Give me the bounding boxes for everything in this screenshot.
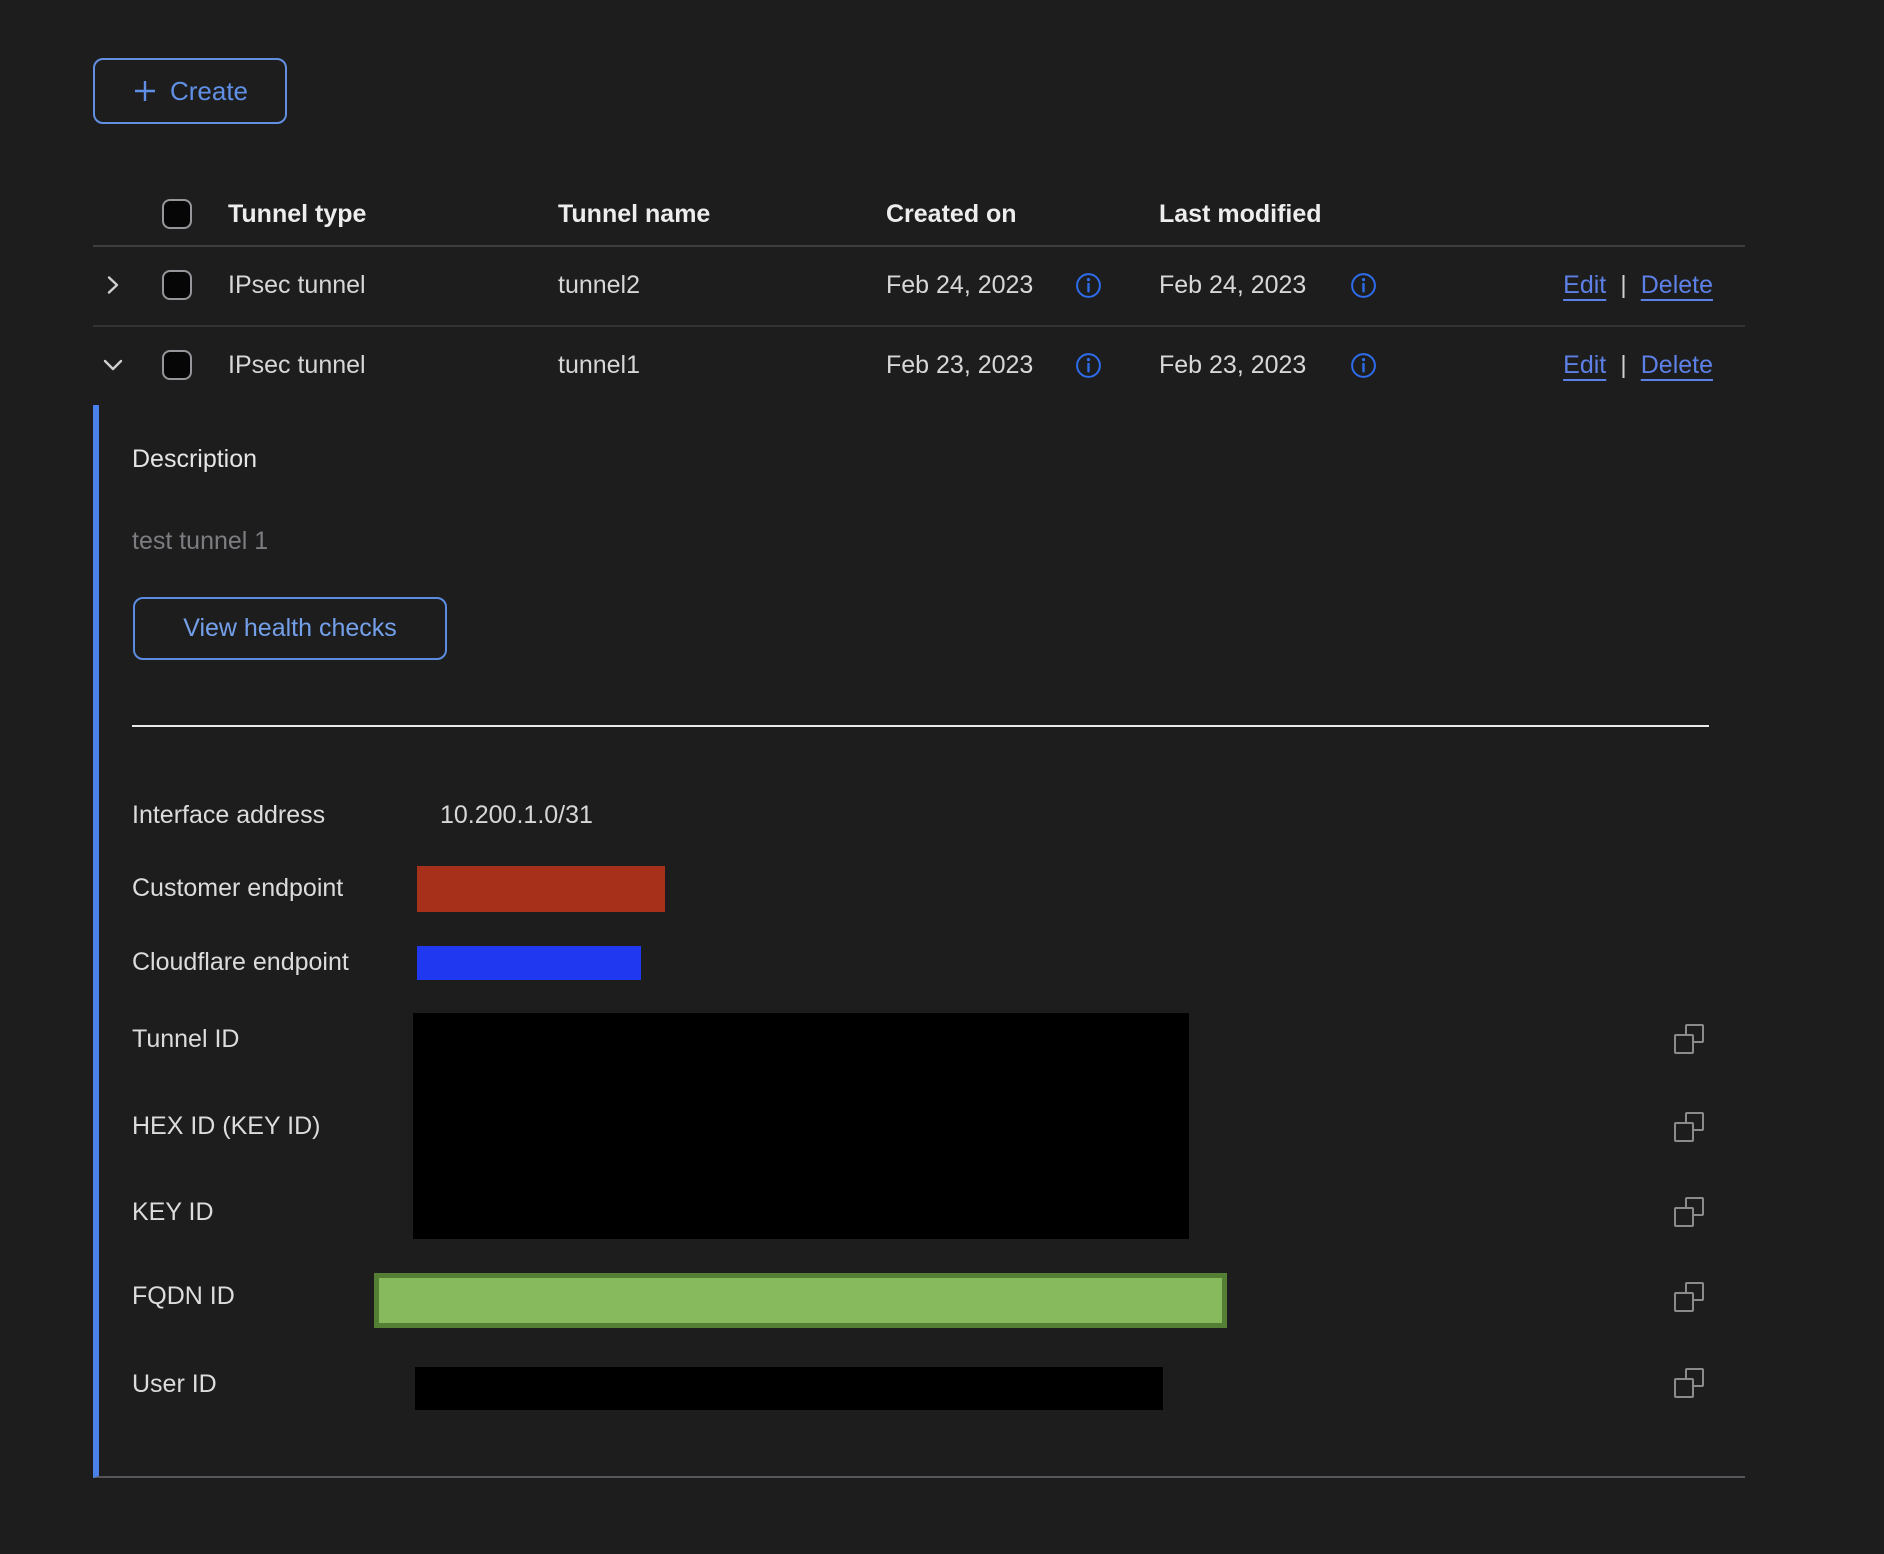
last-modified-info[interactable] [1350,325,1377,405]
field-label-tunnel-id: Tunnel ID [132,1025,239,1054]
copy-front-square [1674,1292,1694,1312]
action-separator: | [1620,271,1627,300]
tunnel-type-cell: IPsec tunnel [228,245,366,325]
table-row: IPsec tunnel tunnel2 Feb 24, 2023 Feb 24… [93,245,1745,327]
create-button-label: Create [170,76,248,107]
edit-link[interactable]: Edit [1563,351,1606,380]
action-separator: | [1620,351,1627,380]
row-checkbox[interactable] [162,350,192,380]
field-label-interface-address: Interface address [132,801,325,830]
copy-front-square [1674,1207,1694,1227]
row-checkbox-cell [162,245,192,325]
last-modified-cell: Feb 23, 2023 [1159,325,1306,405]
field-label-fqdn-id: FQDN ID [132,1282,235,1311]
created-on-info[interactable] [1075,325,1102,405]
copy-front-square [1674,1034,1694,1054]
customer-endpoint-redacted-value [417,866,665,912]
copy-front-square [1674,1122,1694,1142]
view-health-checks-button[interactable]: View health checks [133,597,447,660]
select-all-cell [162,185,192,243]
expand-row-button[interactable] [95,245,131,325]
field-label-hex-id: HEX ID (KEY ID) [132,1112,320,1141]
table-header: Tunnel type Tunnel name Created on Last … [93,185,1745,247]
delete-link[interactable]: Delete [1641,271,1713,300]
tunnels-page: Create Tunnel type Tunnel name Created o… [0,0,1884,1554]
cloudflare-endpoint-redacted-value [417,946,641,980]
field-label-user-id: User ID [132,1370,217,1399]
fqdn-id-redacted-value [374,1273,1227,1328]
header-tunnel-name: Tunnel name [558,185,710,243]
last-modified-cell: Feb 24, 2023 [1159,245,1306,325]
tunnel-name-cell: tunnel2 [558,245,640,325]
tunnel-id-redacted-value [413,1013,1189,1239]
delete-link[interactable]: Delete [1641,351,1713,380]
plus-icon [132,78,158,104]
table-row: IPsec tunnel tunnel1 Feb 23, 2023 Feb 23… [93,325,1745,405]
description-label: Description [132,445,257,474]
created-on-info[interactable] [1075,245,1102,325]
info-icon [1350,272,1377,299]
created-on-cell: Feb 23, 2023 [886,325,1033,405]
created-on-cell: Feb 24, 2023 [886,245,1033,325]
info-icon [1350,352,1377,379]
copy-icon[interactable] [1674,1024,1704,1054]
field-value-interface-address: 10.200.1.0/31 [440,801,593,830]
select-all-checkbox[interactable] [162,199,192,229]
row-actions: Edit | Delete [1563,325,1713,405]
header-last-modified: Last modified [1159,185,1322,243]
copy-icon[interactable] [1674,1197,1704,1227]
collapse-row-button[interactable] [95,325,131,405]
header-tunnel-type: Tunnel type [228,185,366,243]
expanded-tunnel-detail: Description test tunnel 1 View health ch… [93,405,1745,1478]
create-button[interactable]: Create [93,58,287,124]
copy-icon[interactable] [1674,1112,1704,1142]
chevron-down-icon [100,352,126,378]
field-label-cloudflare-endpoint: Cloudflare endpoint [132,948,349,977]
field-label-customer-endpoint: Customer endpoint [132,874,343,903]
tunnel-type-cell: IPsec tunnel [228,325,366,405]
copy-front-square [1674,1378,1694,1398]
chevron-right-icon [101,273,125,297]
copy-icon[interactable] [1674,1368,1704,1398]
edit-link[interactable]: Edit [1563,271,1606,300]
last-modified-info[interactable] [1350,245,1377,325]
row-actions: Edit | Delete [1563,245,1713,325]
field-label-key-id: KEY ID [132,1198,214,1227]
description-value: test tunnel 1 [132,527,268,556]
user-id-redacted-value [415,1367,1163,1410]
section-divider [132,725,1709,727]
copy-icon[interactable] [1674,1282,1704,1312]
info-icon [1075,272,1102,299]
info-icon [1075,352,1102,379]
header-created-on: Created on [886,185,1017,243]
tunnel-name-cell: tunnel1 [558,325,640,405]
row-checkbox[interactable] [162,270,192,300]
row-checkbox-cell [162,325,192,405]
